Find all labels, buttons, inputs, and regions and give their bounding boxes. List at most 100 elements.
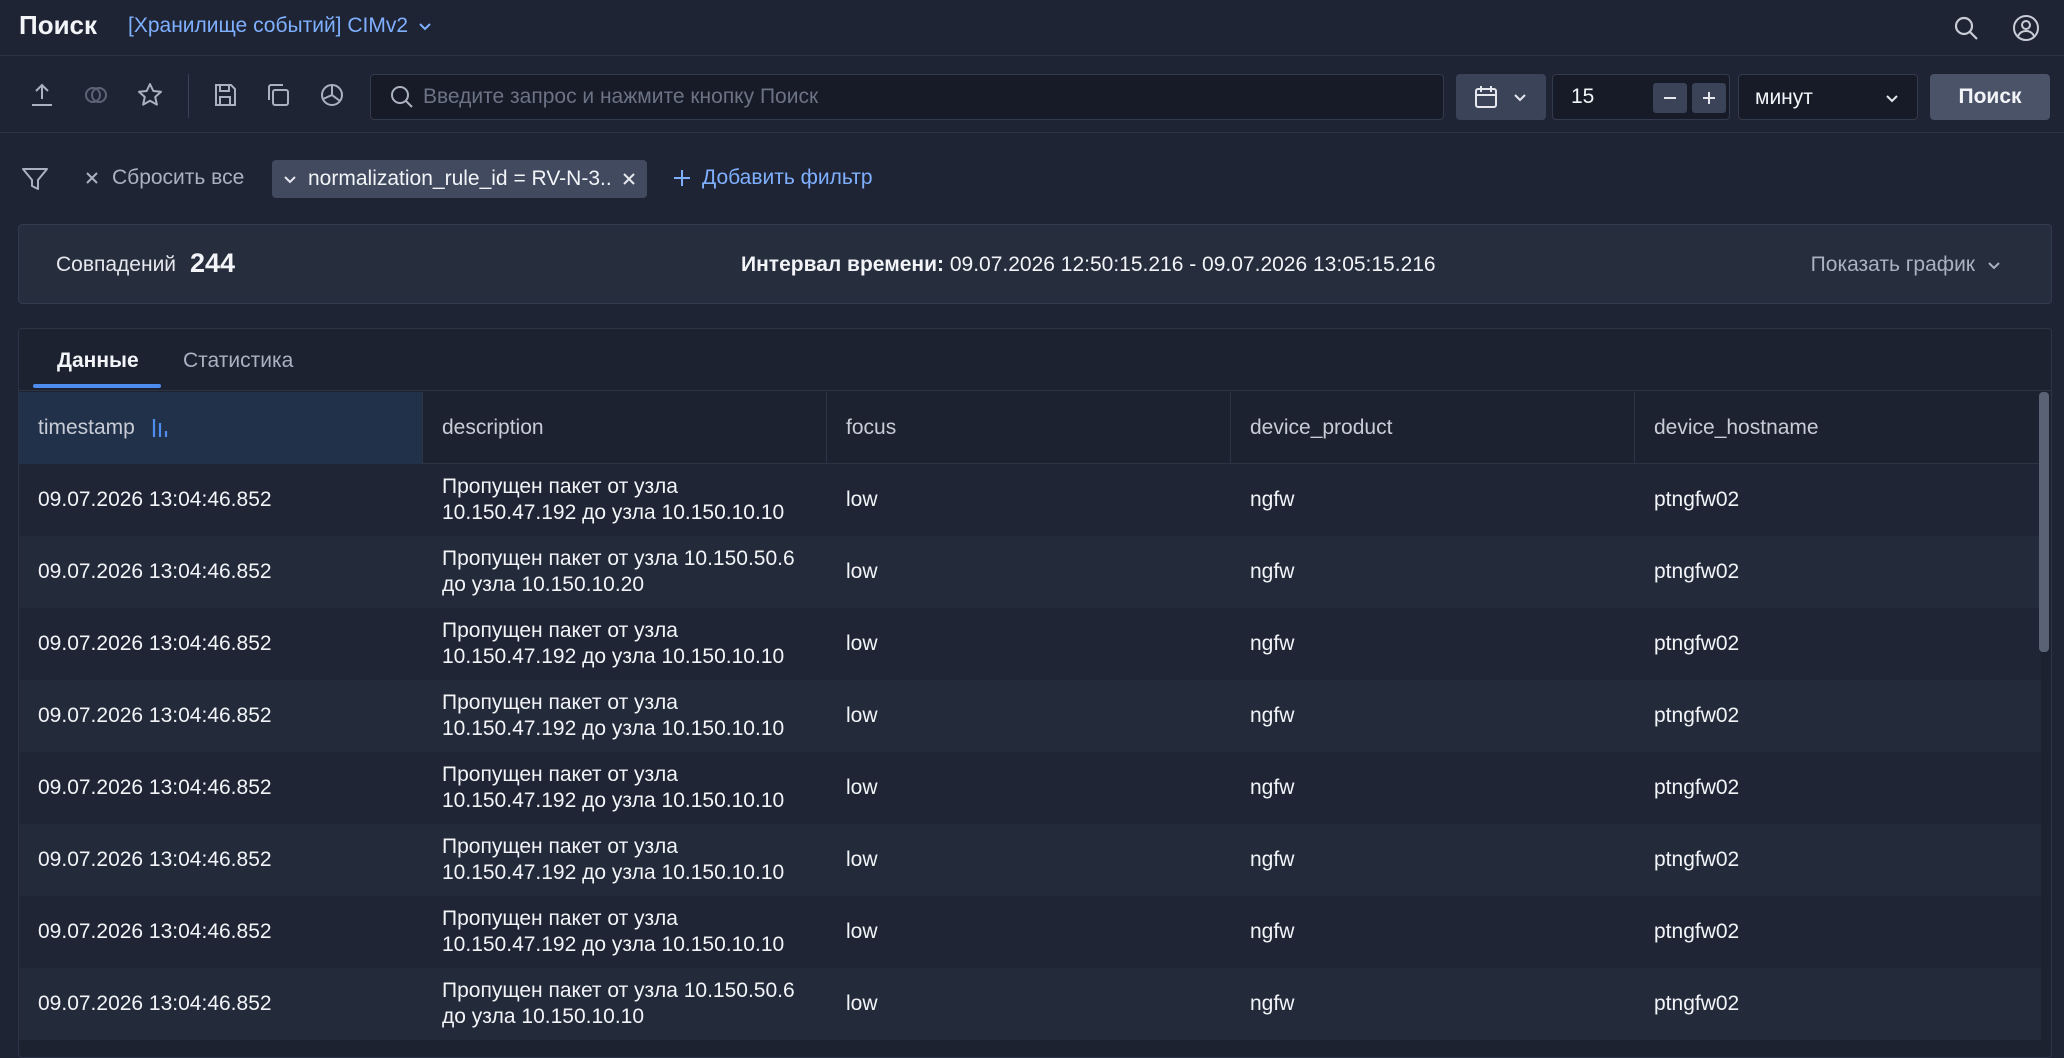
plus-icon bbox=[672, 168, 692, 188]
chevron-down-icon[interactable] bbox=[282, 171, 298, 187]
storage-selector[interactable]: [Хранилище событий] CIMv2 bbox=[128, 14, 434, 38]
query-search-box[interactable] bbox=[370, 74, 1444, 120]
calendar-dropdown-button[interactable] bbox=[1456, 74, 1546, 120]
add-filter-button[interactable]: Добавить фильтр bbox=[672, 166, 873, 190]
star-icon bbox=[136, 81, 164, 109]
table-header: timestamp description focus device_produ… bbox=[19, 392, 2041, 464]
period-unit-select[interactable]: минут bbox=[1738, 74, 1918, 120]
period-unit-value: минут bbox=[1755, 86, 1813, 109]
cell-device-hostname: ptngfw02 bbox=[1654, 920, 1740, 943]
chevron-down-icon bbox=[416, 17, 434, 35]
minus-icon bbox=[1661, 89, 1679, 107]
show-graph-toggle[interactable]: Показать график bbox=[1811, 253, 2003, 277]
cell-device-hostname: ptngfw02 bbox=[1654, 776, 1740, 799]
cell-focus: low bbox=[846, 920, 878, 943]
table-scrollbar[interactable] bbox=[2039, 392, 2049, 652]
close-icon[interactable] bbox=[621, 171, 637, 187]
period-value-stepper[interactable]: 15 bbox=[1552, 74, 1730, 120]
tab-statistics[interactable]: Статистика bbox=[183, 349, 293, 373]
cell-description: Пропущен пакет от узла 10.150.47.192 до у… bbox=[442, 475, 785, 524]
cell-device-product: ngfw bbox=[1250, 920, 1295, 943]
table-row[interactable]: 09.07.2026 13:04:46.852 Пропущен пакет о… bbox=[19, 608, 2041, 680]
reset-all-filters-button[interactable]: Сбросить все bbox=[84, 166, 244, 190]
cell-device-hostname: ptngfw02 bbox=[1654, 992, 1740, 1015]
column-header-focus[interactable]: focus bbox=[827, 392, 1231, 464]
cell-description: Пропущен пакет от узла 10.150.47.192 до у… bbox=[442, 763, 785, 812]
cell-timestamp: 09.07.2026 13:04:46.852 bbox=[38, 920, 272, 943]
cell-device-product: ngfw bbox=[1250, 632, 1295, 655]
favorite-button[interactable] bbox=[132, 77, 168, 113]
filter-bar: Сбросить все normalization_rule_id = RV-… bbox=[0, 134, 2064, 220]
table-row[interactable]: 09.07.2026 13:04:46.852 Пропущен пакет о… bbox=[19, 752, 2041, 824]
cell-focus: low bbox=[846, 560, 878, 583]
time-interval: Интервал времени: 09.07.2026 12:50:15.21… bbox=[741, 253, 1436, 277]
cell-timestamp: 09.07.2026 13:04:46.852 bbox=[38, 848, 272, 871]
cell-description: Пропущен пакет от узла 10.150.47.192 до у… bbox=[442, 835, 785, 884]
user-profile-icon[interactable] bbox=[2010, 12, 2042, 44]
cell-timestamp: 09.07.2026 13:04:46.852 bbox=[38, 560, 272, 583]
link-button[interactable] bbox=[78, 77, 114, 113]
cell-device-hostname: ptngfw02 bbox=[1654, 848, 1740, 871]
table-row[interactable]: 09.07.2026 13:04:46.852 Пропущен пакет о… bbox=[19, 680, 2041, 752]
copy-icon bbox=[264, 81, 292, 109]
cell-timestamp: 09.07.2026 13:04:46.852 bbox=[38, 488, 272, 511]
decrement-button[interactable] bbox=[1653, 83, 1687, 113]
cell-device-product: ngfw bbox=[1250, 848, 1295, 871]
tab-data[interactable]: Данные bbox=[57, 349, 139, 373]
save-icon bbox=[211, 81, 239, 109]
matches-count: 244 bbox=[190, 248, 236, 278]
table-row[interactable]: 09.07.2026 13:04:46.852 Пропущен пакет о… bbox=[19, 896, 2041, 968]
column-header-device-hostname[interactable]: device_hostname bbox=[1635, 392, 2039, 464]
period-value[interactable]: 15 bbox=[1571, 85, 1594, 109]
results-summary: Совпадений 244 Интервал времени: 09.07.2… bbox=[18, 224, 2052, 304]
cell-timestamp: 09.07.2026 13:04:46.852 bbox=[38, 704, 272, 727]
active-tab-indicator bbox=[33, 384, 161, 388]
search-button[interactable]: Поиск bbox=[1930, 74, 2050, 120]
search-icon bbox=[389, 84, 415, 110]
plus-icon bbox=[1700, 89, 1718, 107]
cell-focus: low bbox=[846, 632, 878, 655]
filter-funnel-icon[interactable] bbox=[20, 164, 50, 194]
cell-device-hostname: ptngfw02 bbox=[1654, 488, 1740, 511]
save-button[interactable] bbox=[207, 77, 243, 113]
column-header-timestamp[interactable]: timestamp bbox=[19, 392, 423, 464]
top-bar: Поиск [Хранилище событий] CIMv2 bbox=[0, 0, 2064, 56]
cell-device-hostname: ptngfw02 bbox=[1654, 632, 1740, 655]
cell-device-product: ngfw bbox=[1250, 488, 1295, 511]
cell-description: Пропущен пакет от узла 10.150.47.192 до у… bbox=[442, 907, 785, 956]
chevron-down-icon bbox=[1985, 256, 2003, 274]
table-row[interactable]: 09.07.2026 13:04:46.852 Пропущен пакет о… bbox=[19, 464, 2041, 536]
table-row[interactable]: 09.07.2026 13:04:46.852 Пропущен пакет о… bbox=[19, 536, 2041, 608]
column-header-description[interactable]: description bbox=[423, 392, 827, 464]
filter-chip[interactable]: normalization_rule_id = RV-N-3... bbox=[272, 160, 647, 198]
chevron-down-icon bbox=[1883, 89, 1901, 107]
link-circles-icon bbox=[82, 81, 110, 109]
query-input[interactable] bbox=[415, 75, 1443, 119]
cell-timestamp: 09.07.2026 13:04:46.852 bbox=[38, 992, 272, 1015]
increment-button[interactable] bbox=[1692, 83, 1726, 113]
cell-focus: low bbox=[846, 488, 878, 511]
export-button[interactable] bbox=[24, 77, 60, 113]
reset-all-label: Сбросить все bbox=[112, 166, 245, 189]
show-graph-label: Показать график bbox=[1810, 253, 1975, 276]
results-tabs: Данные Статистика bbox=[19, 329, 2051, 391]
column-header-device-product[interactable]: device_product bbox=[1231, 392, 1635, 464]
column-header-label: timestamp bbox=[38, 416, 135, 439]
cell-description: Пропущен пакет от узла 10.150.47.192 до у… bbox=[442, 691, 785, 740]
cell-device-product: ngfw bbox=[1250, 776, 1295, 799]
copy-button[interactable] bbox=[260, 77, 296, 113]
cell-device-hostname: ptngfw02 bbox=[1654, 704, 1740, 727]
table-row[interactable]: 09.07.2026 13:04:46.852 Пропущен пакет о… bbox=[19, 968, 2041, 1040]
global-search-icon[interactable] bbox=[1950, 12, 1982, 44]
cell-timestamp: 09.07.2026 13:04:46.852 bbox=[38, 776, 272, 799]
pie-chart-icon bbox=[318, 81, 346, 109]
cell-focus: low bbox=[846, 848, 878, 871]
cell-device-hostname: ptngfw02 bbox=[1654, 560, 1740, 583]
matches-label: Совпадений bbox=[56, 253, 177, 276]
storage-selector-label: [Хранилище событий] CIMv2 bbox=[128, 14, 409, 37]
table-row[interactable]: 09.07.2026 13:04:46.852 Пропущен пакет о… bbox=[19, 824, 2041, 896]
cell-device-product: ngfw bbox=[1250, 560, 1295, 583]
statistics-button[interactable] bbox=[314, 77, 350, 113]
toolbar-divider bbox=[188, 74, 189, 118]
sort-icon[interactable] bbox=[151, 417, 171, 439]
